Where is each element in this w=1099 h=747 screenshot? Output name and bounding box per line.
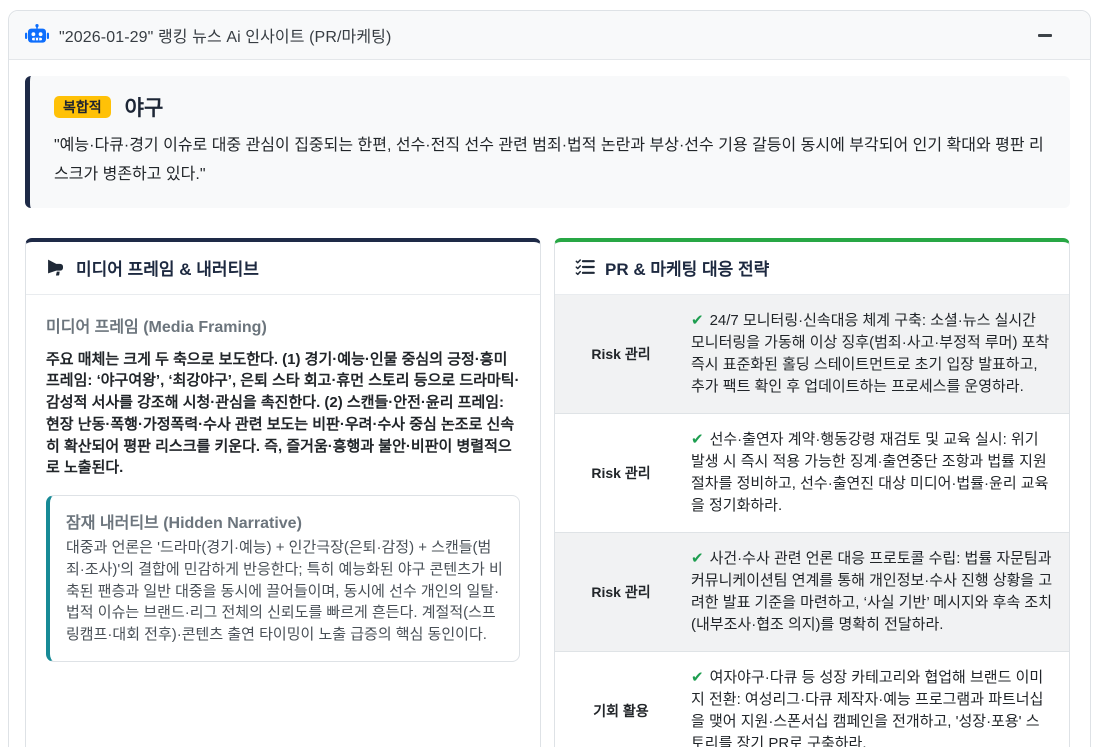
hidden-narrative-text: 대중과 언론은 '드라마(경기·예능) + 인간극장(은퇴·감정) + 스캔들(… xyxy=(66,537,503,646)
strategy-row-label: 기회 활용 xyxy=(555,652,687,747)
megaphone-icon xyxy=(46,257,66,277)
strategy-card-header: PR & 마케팅 대응 전략 xyxy=(555,242,1069,295)
check-icon: ✔ xyxy=(691,312,704,329)
topic-summary-block: 복합적 야구 "예능·다큐·경기 이슈로 대중 관심이 집중되는 한편, 선수·… xyxy=(25,76,1070,208)
content-columns: 미디어 프레임 & 내러티브 미디어 프레임 (Media Framing) 주… xyxy=(25,238,1070,747)
strategy-row: Risk 관리 ✔사건·수사 관련 언론 대응 프로토콜 수립: 법률 자문팀과… xyxy=(555,533,1069,652)
media-frame-card: 미디어 프레임 & 내러티브 미디어 프레임 (Media Framing) 주… xyxy=(25,238,541,747)
topic-summary-text: "예능·다큐·경기 이슈로 대중 관심이 집중되는 한편, 선수·전직 선수 관… xyxy=(54,132,1050,190)
panel-title: "2026-01-29" 랭킹 뉴스 Ai 인사이트 (PR/마케팅) xyxy=(59,23,391,47)
collapse-button[interactable] xyxy=(1034,28,1056,43)
strategy-row-label: Risk 관리 xyxy=(555,414,687,532)
media-frame-card-title: 미디어 프레임 & 내러티브 xyxy=(76,255,259,280)
strategy-row: 기회 활용 ✔여자야구·다큐 등 성장 카테고리와 협업해 브랜드 이미지 전환… xyxy=(555,652,1069,747)
strategy-card: PR & 마케팅 대응 전략 Risk 관리 ✔24/7 모니터링·신속대응 체… xyxy=(554,238,1070,747)
panel-header: "2026-01-29" 랭킹 뉴스 Ai 인사이트 (PR/마케팅) xyxy=(9,11,1090,60)
media-frame-card-header: 미디어 프레임 & 내러티브 xyxy=(26,242,540,295)
topic-title: 야구 xyxy=(125,92,164,122)
hidden-narrative-box: 잠재 내러티브 (Hidden Narrative) 대중과 언론은 '드라마(… xyxy=(46,495,520,662)
sentiment-badge: 복합적 xyxy=(54,96,111,118)
strategy-row-text-body: 24/7 모니터링·신속대응 체계 구축: 소셜·뉴스 실시간 모니터링을 가동… xyxy=(691,312,1049,395)
strategy-row-text-body: 여자야구·다큐 등 성장 카테고리와 협업해 브랜드 이미지 전환: 여성리그·… xyxy=(691,669,1043,747)
check-icon: ✔ xyxy=(691,669,704,686)
check-icon: ✔ xyxy=(691,550,704,567)
strategy-card-title: PR & 마케팅 대응 전략 xyxy=(605,255,769,280)
strategy-row-label: Risk 관리 xyxy=(555,295,687,413)
list-check-icon xyxy=(575,257,595,277)
strategy-row-text-body: 선수·출연자 계약·행동강령 재검토 및 교육 실시: 위기 발생 시 즉시 적… xyxy=(691,431,1048,514)
strategy-row-text-body: 사건·수사 관련 언론 대응 프로토콜 수립: 법률 자문팀과 커뮤니케이션팀 … xyxy=(691,550,1052,633)
minus-icon xyxy=(1038,34,1052,37)
check-icon: ✔ xyxy=(691,431,704,448)
hidden-narrative-heading: 잠재 내러티브 (Hidden Narrative) xyxy=(66,509,503,533)
strategy-row-text: ✔사건·수사 관련 언론 대응 프로토콜 수립: 법률 자문팀과 커뮤니케이션팀… xyxy=(687,533,1069,651)
robot-icon xyxy=(25,24,49,46)
panel-body: 복합적 야구 "예능·다큐·경기 이슈로 대중 관심이 집중되는 한편, 선수·… xyxy=(9,60,1090,747)
strategy-row-text: ✔선수·출연자 계약·행동강령 재검토 및 교육 실시: 위기 발생 시 즉시 … xyxy=(687,414,1069,532)
strategy-table: Risk 관리 ✔24/7 모니터링·신속대응 체계 구축: 소셜·뉴스 실시간… xyxy=(555,295,1069,747)
media-framing-text: 주요 매체는 크게 두 축으로 보도한다. (1) 경기·예능·인물 중심의 긍… xyxy=(46,349,520,480)
media-framing-heading: 미디어 프레임 (Media Framing) xyxy=(46,313,520,337)
insight-panel: "2026-01-29" 랭킹 뉴스 Ai 인사이트 (PR/마케팅) 복합적 … xyxy=(8,10,1091,747)
strategy-row-text: ✔여자야구·다큐 등 성장 카테고리와 협업해 브랜드 이미지 전환: 여성리그… xyxy=(687,652,1069,747)
strategy-row: Risk 관리 ✔선수·출연자 계약·행동강령 재검토 및 교육 실시: 위기 … xyxy=(555,414,1069,533)
strategy-row: Risk 관리 ✔24/7 모니터링·신속대응 체계 구축: 소셜·뉴스 실시간… xyxy=(555,295,1069,414)
strategy-row-label: Risk 관리 xyxy=(555,533,687,651)
strategy-row-text: ✔24/7 모니터링·신속대응 체계 구축: 소셜·뉴스 실시간 모니터링을 가… xyxy=(687,295,1069,413)
